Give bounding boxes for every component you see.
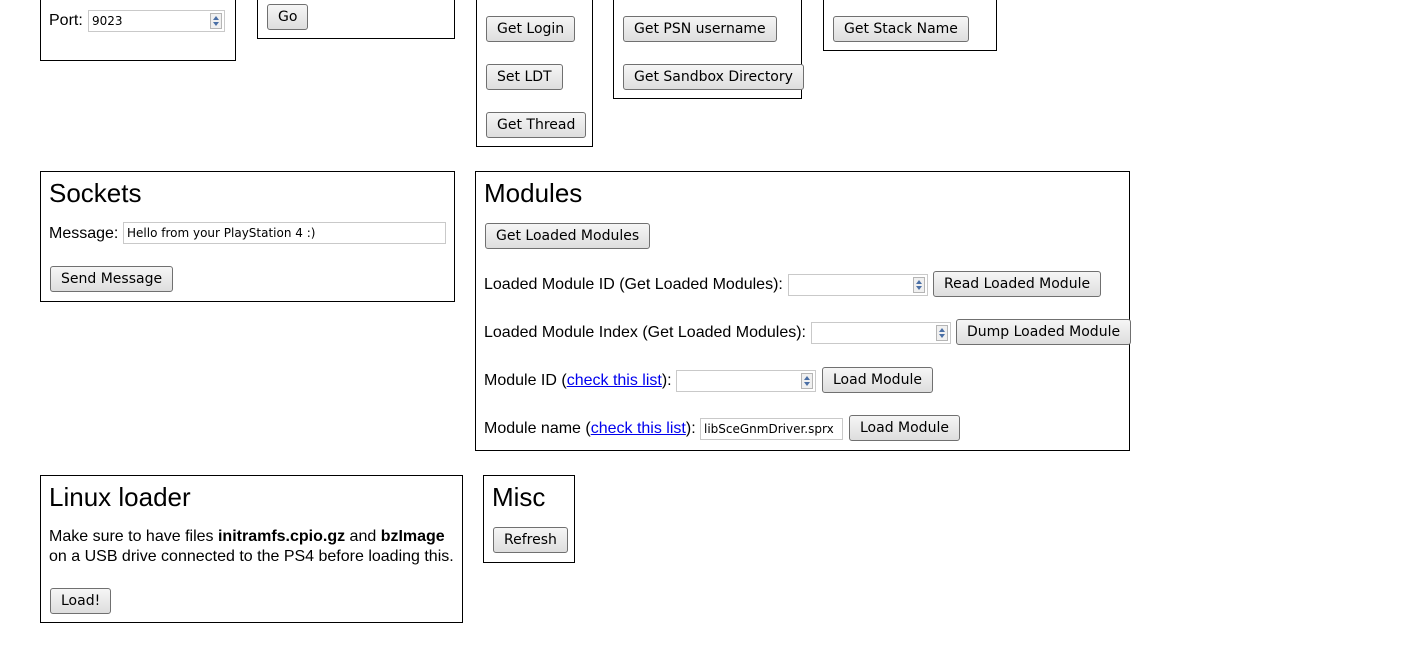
set-ldt-button[interactable]: Set LDT <box>486 64 563 90</box>
message-input[interactable]: Hello from your PlayStation 4 :) <box>123 222 446 244</box>
loaded-module-index-input[interactable] <box>811 322 951 344</box>
load-linux-button[interactable]: Load! <box>50 588 112 614</box>
module-id-spinner[interactable] <box>801 373 813 389</box>
modules-panel: Modules Get Loaded Modules Loaded Module… <box>475 171 1132 451</box>
send-message-button[interactable]: Send Message <box>50 266 174 292</box>
module-name-value: libSceGnmDriver.sprx <box>704 422 834 436</box>
linux-loader-instructions: Make sure to have files initramfs.cpio.g… <box>49 527 461 567</box>
go-button[interactable]: Go <box>267 4 309 30</box>
bzimage-filename: bzImage <box>380 528 445 545</box>
loaded-module-id-label: Loaded Module ID (Get Loaded Modules): <box>484 276 783 293</box>
get-stack-name-button[interactable]: Get Stack Name <box>833 16 969 42</box>
module-id-label: Module ID (check this list): <box>484 371 672 391</box>
connection-panel: Port: 9023 <box>40 0 236 61</box>
port-spinner[interactable] <box>210 13 222 29</box>
get-psn-username-button[interactable]: Get PSN username <box>623 16 777 42</box>
refresh-button[interactable]: Refresh <box>493 527 568 553</box>
message-value: Hello from your PlayStation 4 :) <box>127 226 316 240</box>
load-module-by-id-button[interactable]: Load Module <box>822 367 933 393</box>
go-panel: Go <box>257 0 455 39</box>
get-login-button[interactable]: Get Login <box>486 16 576 42</box>
module-name-prefix: Module name ( <box>484 420 591 437</box>
loaded-module-id-input[interactable] <box>788 274 928 296</box>
message-label: Message: <box>49 225 119 242</box>
get-sandbox-directory-button[interactable]: Get Sandbox Directory <box>623 64 804 90</box>
module-name-label: Module name (check this list): <box>484 419 696 439</box>
instructions-text-3: on a USB drive connected to the PS4 befo… <box>49 548 454 565</box>
module-name-list-link[interactable]: check this list <box>591 420 686 437</box>
dump-loaded-module-button[interactable]: Dump Loaded Module <box>956 319 1132 345</box>
loaded-module-id-spinner[interactable] <box>913 277 925 293</box>
modules-title: Modules <box>484 178 583 208</box>
linux-loader-title: Linux loader <box>49 482 191 512</box>
linux-loader-panel: Linux loader Make sure to have files ini… <box>40 475 463 623</box>
initramfs-filename: initramfs.cpio.gz <box>217 528 346 545</box>
load-module-by-name-button[interactable]: Load Module <box>849 415 960 441</box>
loaded-module-index-spinner[interactable] <box>936 325 948 341</box>
module-name-input[interactable]: libSceGnmDriver.sprx <box>700 418 843 440</box>
get-thread-button[interactable]: Get Thread <box>486 112 587 138</box>
thread-panel: Get Login Set LDT Get Thread <box>476 0 593 147</box>
module-id-input[interactable] <box>676 370 816 392</box>
module-id-list-link[interactable]: check this list <box>567 372 662 389</box>
port-input[interactable]: 9023 <box>88 10 225 32</box>
module-id-prefix: Module ID ( <box>484 372 567 389</box>
misc-panel: Misc Refresh <box>483 475 575 563</box>
user-panel: Get PSN username Get Sandbox Directory <box>613 0 804 99</box>
sockets-title: Sockets <box>49 178 142 208</box>
module-id-suffix: ): <box>661 372 672 389</box>
read-loaded-module-button[interactable]: Read Loaded Module <box>933 271 1102 297</box>
stack-panel: Get Stack Name <box>823 0 997 51</box>
sockets-panel: Sockets Message: Hello from your PlaySta… <box>40 171 455 302</box>
instructions-text-2: and <box>345 528 381 545</box>
instructions-text-1: Make sure to have files <box>49 528 218 545</box>
port-label: Port: <box>49 12 83 29</box>
loaded-module-index-label: Loaded Module Index (Get Loaded Modules)… <box>484 324 806 341</box>
misc-title: Misc <box>492 482 546 512</box>
module-name-suffix: ): <box>685 420 696 437</box>
get-loaded-modules-button[interactable]: Get Loaded Modules <box>485 223 651 249</box>
port-value: 9023 <box>92 14 123 28</box>
